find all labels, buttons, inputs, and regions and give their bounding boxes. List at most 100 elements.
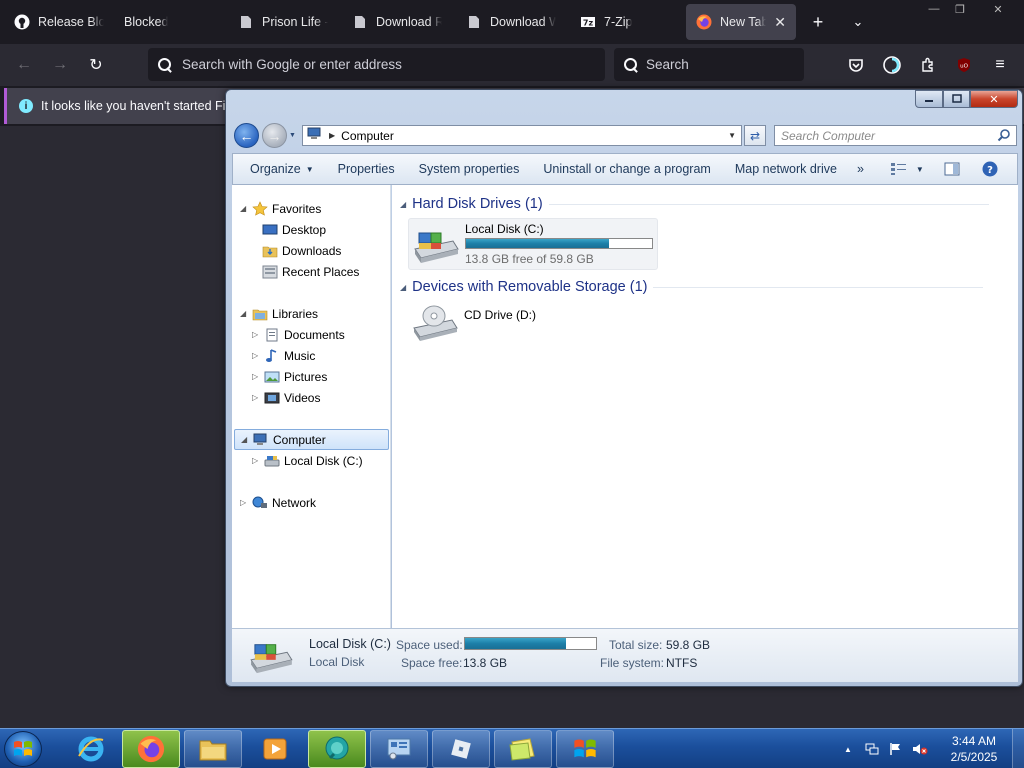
tab-prison-life[interactable]: Prison Life - f	[228, 4, 338, 40]
back-button[interactable]: ←	[234, 123, 259, 148]
network-icon	[252, 496, 267, 508]
properties-button[interactable]: Properties	[326, 154, 407, 184]
refresh-button[interactable]: ⇄	[744, 125, 766, 146]
tree-item-desktop[interactable]: Desktop	[262, 219, 326, 240]
collapse-arrow-icon[interactable]: ◢	[400, 200, 406, 209]
group-divider	[548, 203, 989, 205]
tab-blocked[interactable]: Blocked	[114, 4, 224, 40]
expand-arrow-icon[interactable]: ▷	[252, 393, 260, 402]
expand-arrow-icon[interactable]: ▷	[240, 498, 248, 507]
explorer-search-input[interactable]	[781, 128, 998, 143]
tab-new-tab[interactable]: New Tab ✕	[686, 4, 796, 40]
hard-drive-icon	[414, 232, 459, 263]
account-icon[interactable]	[880, 53, 904, 77]
recent-pages-chevron-icon[interactable]: ▼	[289, 132, 296, 139]
taskbar-sticky-notes[interactable]	[494, 730, 552, 768]
taskbar-media-player[interactable]	[246, 730, 304, 768]
url-input[interactable]	[182, 57, 605, 72]
show-hidden-icons-icon[interactable]: ▲	[840, 741, 856, 757]
tab-download-w[interactable]: Download W	[456, 4, 566, 40]
map-network-drive-button[interactable]: Map network drive	[723, 154, 849, 184]
collapse-arrow-icon[interactable]: ◢	[400, 283, 406, 292]
back-arrow-icon[interactable]: ←	[12, 53, 36, 77]
tree-item-pictures[interactable]: ▷ Pictures	[252, 366, 327, 387]
tree-item-favorites[interactable]: ◢ Favorites	[240, 198, 321, 219]
show-desktop-button[interactable]	[1012, 729, 1024, 768]
taskbar-app-teal[interactable]	[308, 730, 366, 768]
close-button[interactable]: ✕	[970, 90, 1018, 108]
taskbar-explorer[interactable]	[184, 730, 242, 768]
list-all-tabs-button[interactable]: ⌄	[846, 10, 870, 34]
taskbar-firefox[interactable]	[122, 730, 180, 768]
system-properties-button[interactable]: System properties	[407, 154, 532, 184]
tree-label-network: Network	[272, 495, 317, 510]
tree-label-libraries: Libraries	[272, 306, 319, 321]
network-tray-icon[interactable]	[864, 741, 880, 757]
tree-item-network[interactable]: ▷ Network	[240, 492, 316, 513]
group-header-hard-disk-drives[interactable]: ◢ Hard Disk Drives (1)	[400, 196, 989, 212]
close-icon[interactable]: ✕	[774, 14, 786, 31]
tree-item-music[interactable]: ▷ Music	[252, 345, 315, 366]
expand-arrow-icon[interactable]: ◢	[241, 435, 249, 444]
maximize-button[interactable]	[943, 90, 970, 108]
tree-item-videos[interactable]: ▷ Videos	[252, 387, 320, 408]
tab-download-ro[interactable]: Download Ro	[342, 4, 452, 40]
preview-pane-button[interactable]	[936, 154, 968, 184]
preview-pane-icon	[944, 162, 960, 176]
expand-arrow-icon[interactable]: ▷	[252, 456, 260, 465]
forward-arrow-icon[interactable]: →	[48, 53, 72, 77]
expand-arrow-icon[interactable]: ▷	[252, 330, 260, 339]
change-view-button[interactable]: ▼	[884, 154, 930, 184]
address-bar[interactable]: ▶ Computer ▼	[302, 125, 742, 146]
tree-item-documents[interactable]: ▷ Documents	[252, 324, 345, 345]
search-bar[interactable]	[614, 48, 804, 81]
close-icon[interactable]: ✕	[984, 0, 1012, 18]
url-bar[interactable]	[148, 48, 605, 81]
ublock-origin-icon[interactable]: uO	[952, 53, 976, 77]
local-disk-name: Local Disk (C:)	[465, 222, 544, 236]
taskbar-control-panel[interactable]	[370, 730, 428, 768]
tab-7zip[interactable]: 7z 7-Zip	[570, 4, 680, 40]
minimize-icon[interactable]: —	[920, 0, 948, 18]
uninstall-program-button[interactable]: Uninstall or change a program	[531, 154, 722, 184]
action-center-flag-icon[interactable]	[888, 741, 904, 757]
new-tab-button[interactable]: +	[806, 10, 830, 34]
tab-title: Blocked	[124, 15, 169, 29]
taskbar-windows-app[interactable]	[556, 730, 614, 768]
start-button[interactable]	[4, 731, 42, 767]
expand-arrow-icon[interactable]: ◢	[240, 204, 248, 213]
organize-button[interactable]: Organize ▼	[233, 154, 326, 184]
address-dropdown-icon[interactable]: ▼	[728, 131, 736, 140]
more-commands-label: »	[856, 162, 864, 176]
search-input[interactable]	[646, 57, 804, 72]
local-disk-free-text: 13.8 GB free of 59.8 GB	[465, 252, 594, 266]
hamburger-menu-icon[interactable]: ≡	[988, 53, 1012, 77]
tree-item-libraries[interactable]: ◢ Libraries	[240, 303, 318, 324]
tree-item-downloads[interactable]: Downloads	[262, 240, 341, 261]
taskbar-roblox[interactable]	[432, 730, 490, 768]
expand-arrow-icon[interactable]: ▷	[252, 351, 260, 360]
cd-drive-tile[interactable]: CD Drive (D:)	[408, 300, 548, 350]
extensions-icon[interactable]	[916, 53, 940, 77]
tree-item-recent-places[interactable]: Recent Places	[262, 261, 359, 282]
volume-muted-icon[interactable]	[912, 741, 928, 757]
taskbar-clock[interactable]: 3:44 AM 2/5/2025	[942, 733, 1006, 765]
maximize-icon[interactable]: ❐	[946, 0, 974, 18]
breadcrumb-arrow-icon[interactable]: ▶	[329, 131, 335, 140]
forward-button[interactable]: →	[262, 123, 287, 148]
local-disk-tile[interactable]: Local Disk (C:) 13.8 GB free of 59.8 GB	[408, 218, 658, 270]
minimize-button[interactable]	[915, 90, 943, 108]
reload-icon[interactable]: ↻	[84, 53, 108, 77]
help-button[interactable]: ?	[974, 154, 1006, 184]
explorer-search-box[interactable]	[774, 125, 1017, 146]
expand-arrow-icon[interactable]: ▷	[252, 372, 260, 381]
tree-item-local-disk[interactable]: ▷ Local Disk (C:)	[252, 450, 363, 471]
pocket-icon[interactable]	[844, 53, 868, 77]
more-commands-button[interactable]: »	[849, 154, 872, 184]
expand-arrow-icon[interactable]: ◢	[240, 309, 248, 318]
navigation-pane: ◢ Favorites Desktop Downloads Recent Pla…	[232, 185, 391, 628]
taskbar-internet-explorer[interactable]	[62, 730, 120, 768]
tree-item-computer[interactable]: ◢ Computer	[234, 429, 389, 450]
group-header-removable-storage[interactable]: ◢ Devices with Removable Storage (1)	[400, 279, 984, 295]
tab-release-blox[interactable]: Release Blox	[4, 4, 114, 40]
